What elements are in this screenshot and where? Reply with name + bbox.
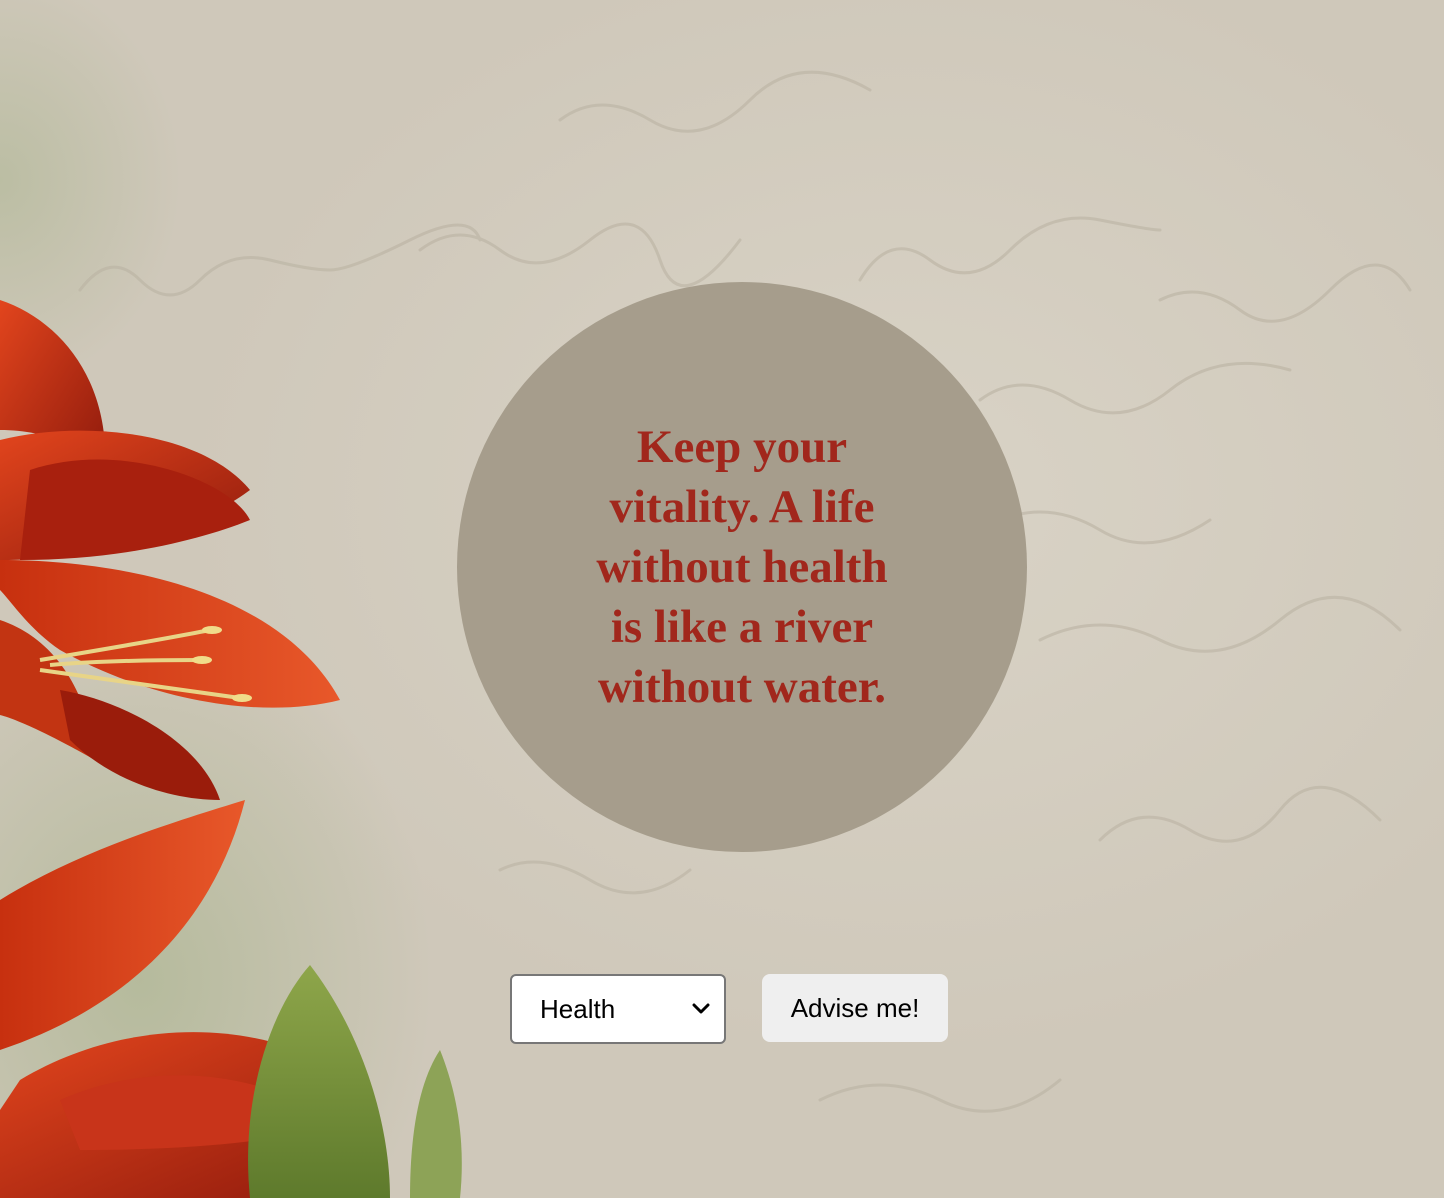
- category-select-value: Health: [540, 993, 616, 1024]
- advice-text: Keep your vitality. A life without healt…: [596, 421, 888, 713]
- amaryllis-flower-illustration: [0, 300, 462, 1198]
- advise-me-button[interactable]: Advise me!: [762, 974, 948, 1042]
- chevron-down-icon: [692, 1003, 710, 1014]
- advice-circle: Keep your vitality. A life without healt…: [457, 282, 1027, 852]
- category-select[interactable]: Health: [510, 974, 726, 1044]
